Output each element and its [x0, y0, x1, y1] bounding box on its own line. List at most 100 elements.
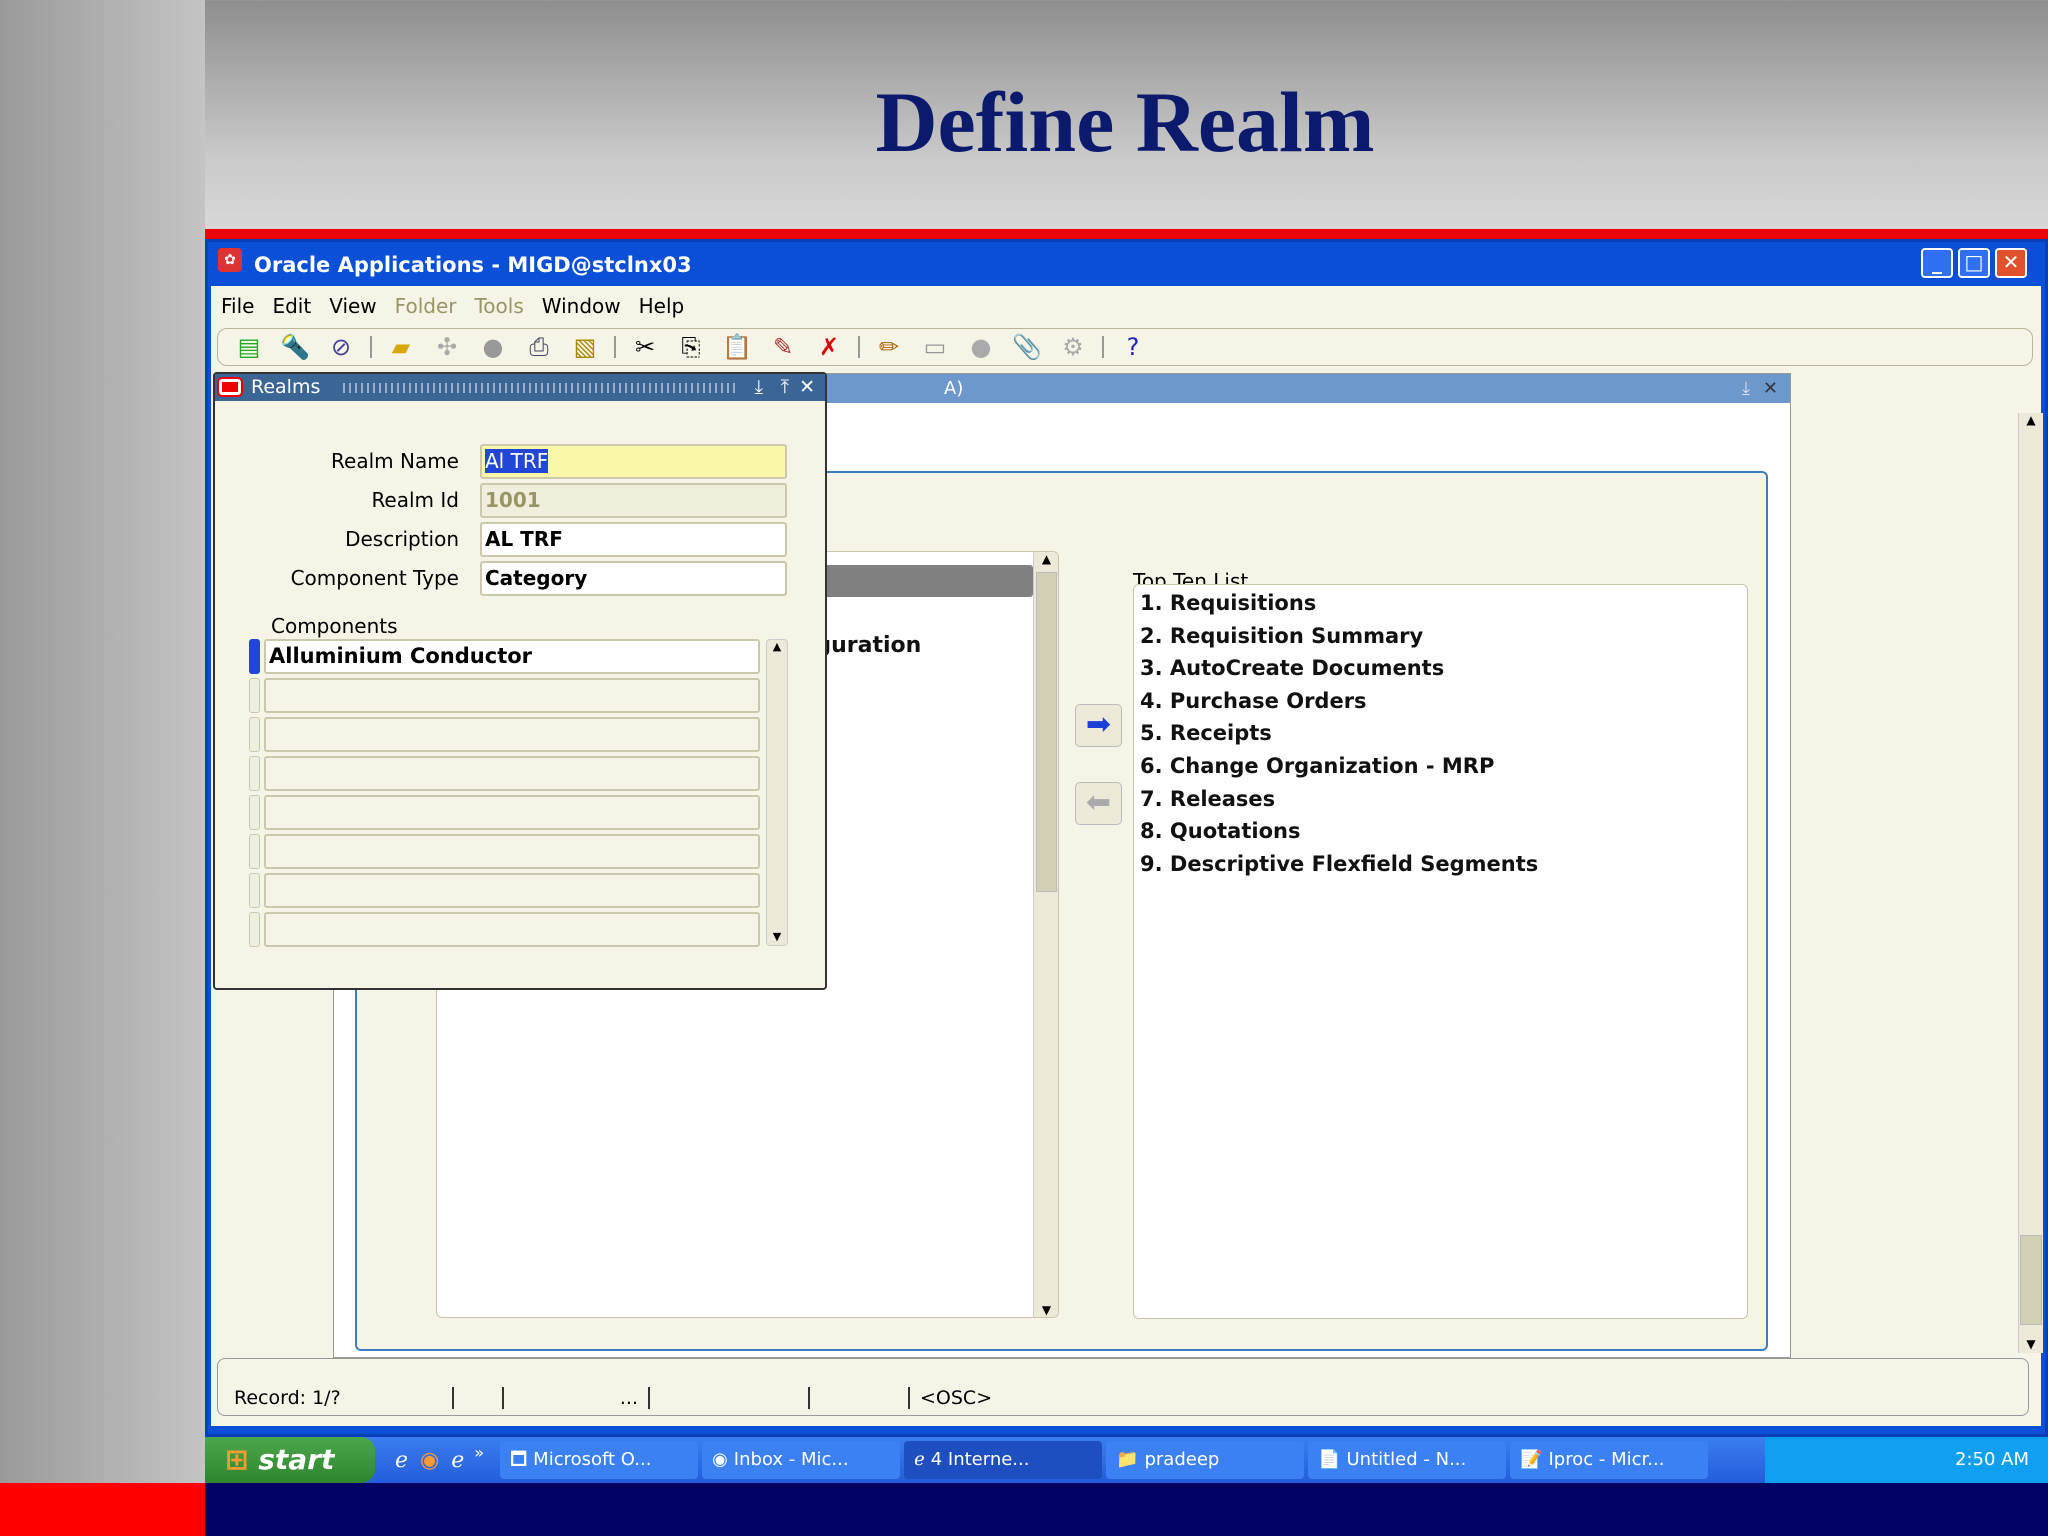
quicklaunch-more-icon[interactable]: » [474, 1443, 484, 1462]
switch-responsibility-icon[interactable]: ● [476, 333, 510, 361]
components-scrollbar[interactable]: ▲ ▼ [766, 639, 788, 946]
close-button[interactable]: ✕ [1995, 248, 2027, 278]
top-ten-item[interactable]: 6. Change Organization - MRP [1140, 754, 1494, 778]
scroll-up-icon[interactable]: ▲ [767, 640, 787, 653]
component-row[interactable] [264, 717, 760, 752]
component-row[interactable] [264, 678, 760, 713]
taskbar-app-icon: ◉ [712, 1449, 728, 1470]
folder-tools-icon[interactable]: ⚙ [1056, 333, 1090, 361]
top-ten-item[interactable]: 7. Releases [1140, 787, 1275, 811]
attachments-icon[interactable]: 📎 [1010, 333, 1044, 361]
navigator-close-icon[interactable]: ✕ [1763, 374, 1778, 403]
record-indicator[interactable] [249, 639, 260, 674]
taskbar-button[interactable]: 📝 Iproc - Micr... [1510, 1441, 1709, 1479]
record-indicator[interactable] [249, 678, 260, 713]
menu-help[interactable]: Help [639, 294, 685, 318]
clear-record-icon[interactable]: ✎ [766, 333, 800, 361]
realm-name-field[interactable]: Al TRF [480, 444, 787, 479]
top-ten-item[interactable]: 1. Requisitions [1140, 591, 1316, 615]
record-indicator[interactable] [249, 834, 260, 869]
slide-footer [0, 1483, 2048, 1536]
zoom-icon[interactable]: ▭ [918, 333, 952, 361]
add-to-top-ten-button[interactable]: ➡ [1075, 704, 1122, 747]
description-field[interactable]: AL TRF [480, 522, 787, 557]
navigator-minimize-icon[interactable]: ⤓ [1742, 374, 1750, 403]
cut-icon[interactable]: ✂ [628, 333, 662, 361]
clock: 2:50 AM [1955, 1449, 2029, 1470]
top-ten-item[interactable]: 8. Quotations [1140, 819, 1300, 843]
tree-scrollbar[interactable]: ▲ ▼ [1033, 552, 1058, 1317]
taskbar-button[interactable]: 🗖 Microsoft O... [500, 1441, 699, 1479]
record-indicator[interactable] [249, 912, 260, 947]
toolbar-separator [370, 336, 372, 358]
minimize-icon[interactable]: ⤓ [755, 374, 763, 401]
record-indicator[interactable] [249, 756, 260, 791]
close-form-icon[interactable]: ▧ [568, 333, 602, 361]
menu-edit[interactable]: Edit [272, 294, 311, 318]
translations-icon[interactable]: ● [964, 333, 998, 361]
taskbar-button-label: Iproc - Micr... [1548, 1449, 1665, 1470]
help-icon[interactable]: ? [1116, 333, 1150, 361]
next-step-icon[interactable]: ✣ [430, 333, 464, 361]
taskbar-button-label: Untitled - N... [1346, 1449, 1467, 1470]
top-ten-item[interactable]: 4. Purchase Orders [1140, 689, 1367, 713]
realms-titlebar[interactable]: Realms ⤓ ⤒ ✕ [215, 374, 825, 401]
window-scrollbar[interactable]: ▲ ▼ [2018, 413, 2043, 1353]
component-row[interactable]: Alluminium Conductor [264, 639, 760, 674]
component-row[interactable] [264, 756, 760, 791]
ie-quicklaunch-icon[interactable]: ℯ [395, 1448, 408, 1473]
top-ten-item[interactable]: 3. AutoCreate Documents [1140, 656, 1444, 680]
record-indicator[interactable] [249, 717, 260, 752]
menu-tools[interactable]: Tools [474, 294, 523, 318]
component-row[interactable] [264, 795, 760, 830]
menu-window[interactable]: Window [542, 294, 621, 318]
scroll-up-icon[interactable]: ▲ [2019, 413, 2043, 427]
component-type-field[interactable]: Category [480, 561, 787, 596]
osc-indicator: <OSC> [920, 1387, 993, 1409]
component-row[interactable] [264, 834, 760, 869]
maximize-button[interactable]: □ [1958, 248, 1990, 278]
scroll-thumb[interactable] [2020, 1235, 2042, 1325]
top-ten-item[interactable]: 9. Descriptive Flexfield Segments [1140, 852, 1538, 876]
menu-bar: File Edit View Folder Tools Window Help [221, 294, 684, 318]
delete-record-icon[interactable]: ✗ [812, 333, 846, 361]
paste-icon[interactable]: 📋 [720, 333, 754, 361]
scroll-thumb[interactable] [1036, 572, 1057, 892]
toolbar-separator [858, 336, 860, 358]
maximize-icon[interactable]: ⤒ [781, 374, 789, 401]
taskbar: ⊞ start ℯ ◉ ℯ » 🗖 Microsoft O... ◉ Inbox - … [205, 1437, 2048, 1483]
scroll-up-icon[interactable]: ▲ [1034, 552, 1058, 566]
save-icon[interactable]: ▰ [384, 333, 418, 361]
minimize-button[interactable]: _ [1921, 248, 1953, 278]
new-record-icon[interactable]: ▤ [232, 333, 266, 361]
top-ten-item[interactable]: 2. Requisition Summary [1140, 624, 1423, 648]
record-indicator[interactable] [249, 795, 260, 830]
start-button[interactable]: ⊞ start [205, 1437, 375, 1483]
ie-quicklaunch-icon-2[interactable]: ℯ [451, 1448, 464, 1473]
menu-view[interactable]: View [329, 294, 376, 318]
menu-folder[interactable]: Folder [395, 294, 457, 318]
outlook-quicklaunch-icon[interactable]: ◉ [420, 1448, 439, 1473]
taskbar-button[interactable]: ◉ Inbox - Mic... [702, 1441, 901, 1479]
scroll-down-icon[interactable]: ▼ [2019, 1337, 2043, 1351]
menu-file[interactable]: File [221, 294, 254, 318]
edit-field-icon[interactable]: ✏ [872, 333, 906, 361]
scroll-down-icon[interactable]: ▼ [1034, 1303, 1058, 1317]
navigator-icon[interactable]: ⊘ [324, 333, 358, 361]
copy-icon[interactable]: ⎘ [674, 333, 708, 361]
find-flashlight-icon[interactable]: 🔦 [278, 333, 312, 361]
scroll-down-icon[interactable]: ▼ [767, 930, 787, 943]
component-row[interactable] [264, 873, 760, 908]
remove-from-top-ten-button[interactable]: ⬅ [1075, 782, 1122, 825]
close-icon[interactable]: ✕ [799, 374, 815, 401]
status-bar: Record: 1/? ... <OSC> [217, 1358, 2029, 1416]
taskbar-button[interactable]: 📁 pradeep [1106, 1441, 1305, 1479]
realms-title: Realms [251, 376, 321, 398]
start-label: start [258, 1443, 335, 1476]
print-icon[interactable]: ⎙ [522, 333, 556, 361]
record-indicator[interactable] [249, 873, 260, 908]
top-ten-item[interactable]: 5. Receipts [1140, 721, 1272, 745]
taskbar-button[interactable]: 📄 Untitled - N... [1308, 1441, 1507, 1479]
component-row[interactable] [264, 912, 760, 947]
taskbar-button[interactable]: ℯ4 Interne... [904, 1441, 1103, 1479]
